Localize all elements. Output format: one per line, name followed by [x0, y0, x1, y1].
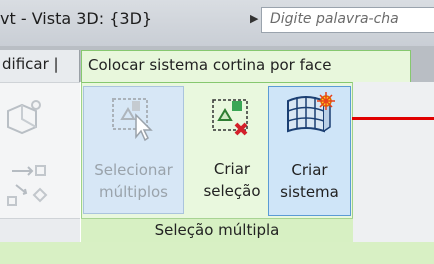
- search-expand-icon[interactable]: ▶: [250, 12, 258, 25]
- create-system-label-2: sistema: [280, 183, 339, 201]
- select-multiple-label-1: Selecionar: [94, 161, 173, 179]
- select-multiple-label-2: múltiplos: [98, 183, 169, 201]
- create-selection-icon: [212, 99, 248, 136]
- geometry-icon[interactable]: [2, 97, 46, 141]
- search-input[interactable]: Digite palavra-cha: [261, 7, 434, 33]
- panel-title: Seleção múltipla: [81, 218, 353, 242]
- tab-place-curtain-system[interactable]: Colocar sistema cortina por face: [81, 50, 411, 83]
- tab-modify[interactable]: dificar |: [0, 50, 80, 82]
- move-copy-icon[interactable]: [4, 161, 56, 211]
- create-selection-button[interactable]: Criar seleção: [198, 86, 266, 214]
- create-selection-label-1: Criar: [213, 160, 251, 178]
- select-multiple-icon: [112, 98, 153, 142]
- create-system-label-1: Criar: [291, 161, 328, 179]
- tab-modify-label: dificar |: [2, 55, 59, 73]
- window-title: vt - Vista 3D: {3D}: [0, 9, 153, 28]
- create-system-icon: [287, 92, 335, 133]
- left-panel-footer: [0, 218, 80, 242]
- title-bar: vt - Vista 3D: {3D} ▶ Digite palavra-cha: [0, 0, 434, 46]
- create-selection-label-2: seleção: [203, 182, 261, 200]
- search-placeholder: Digite palavra-cha: [270, 11, 399, 27]
- annotation-line: [352, 117, 434, 120]
- ribbon-bottom-strip: [0, 242, 434, 264]
- create-system-button[interactable]: Criar sistema: [268, 86, 351, 216]
- tab-context-label: Colocar sistema cortina por face: [88, 56, 332, 74]
- select-multiple-button[interactable]: Selecionar múltiplos: [83, 86, 184, 214]
- ribbon-empty-area: [353, 82, 434, 242]
